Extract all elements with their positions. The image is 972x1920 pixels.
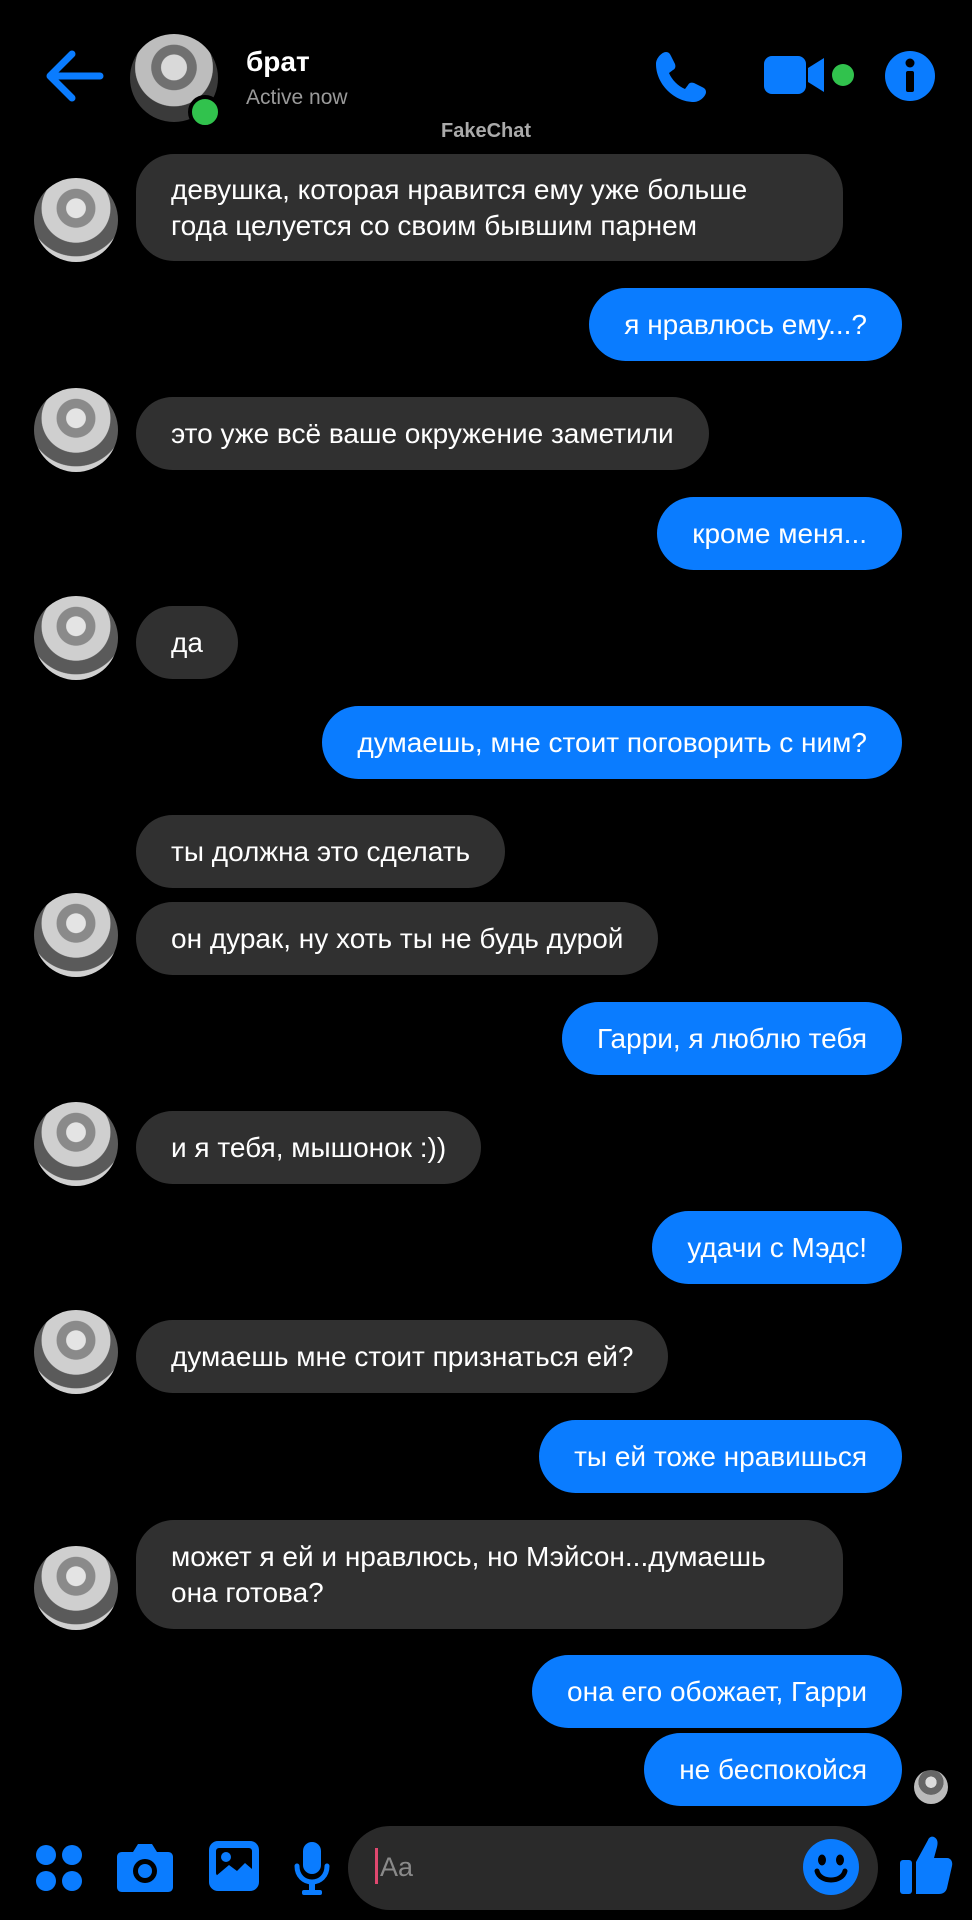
microphone-icon[interactable] (294, 1840, 330, 1896)
incoming-message[interactable]: и я тебя, мышонок :)) (136, 1111, 482, 1184)
contact-name[interactable]: брат (246, 46, 310, 78)
contact-avatar-small[interactable] (34, 1546, 118, 1630)
camera-icon[interactable] (116, 1840, 174, 1894)
outgoing-message[interactable]: она его обожает, Гарри (532, 1655, 902, 1728)
chat-header: брат Active now FakeChat (0, 0, 972, 150)
outgoing-message[interactable]: не беспокойся (644, 1733, 902, 1806)
gallery-icon[interactable] (207, 1839, 261, 1893)
outgoing-message[interactable]: кроме меня... (657, 497, 902, 570)
incoming-message[interactable]: он дурак, ну хоть ты не будь дурой (136, 902, 659, 975)
incoming-message[interactable]: да (136, 606, 238, 679)
message-input[interactable] (378, 1846, 782, 1888)
outgoing-message[interactable]: удачи с Мэдс! (652, 1211, 902, 1284)
info-icon[interactable] (884, 50, 936, 102)
outgoing-message[interactable]: думаешь, мне стоит поговорить с ним? (322, 706, 902, 779)
emoji-icon[interactable] (802, 1838, 860, 1896)
contact-avatar-small[interactable] (34, 1102, 118, 1186)
outgoing-message[interactable]: Гарри, я люблю тебя (561, 1002, 902, 1075)
incoming-message[interactable]: девушка, которая нравится ему уже больше… (136, 154, 843, 261)
incoming-message[interactable]: может я ей и нравлюсь, но Мэйсон...думае… (136, 1520, 843, 1629)
incoming-message[interactable]: это уже всё ваше окружение заметили (136, 397, 709, 470)
back-arrow-icon[interactable] (42, 48, 106, 104)
contact-avatar-small[interactable] (34, 388, 118, 472)
outgoing-message[interactable]: я нравлюсь ему...? (589, 288, 902, 361)
outgoing-message[interactable]: ты ей тоже нравишься (539, 1420, 902, 1493)
contact-avatar-small[interactable] (34, 596, 118, 680)
thumbs-up-icon[interactable] (898, 1834, 954, 1896)
video-active-indicator (832, 64, 854, 86)
video-camera-icon[interactable] (762, 52, 826, 98)
incoming-message[interactable]: ты должна это сделать (136, 815, 506, 888)
incoming-message[interactable]: думаешь мне стоит признаться ей? (136, 1320, 669, 1393)
phone-icon[interactable] (652, 48, 710, 106)
apps-menu-icon[interactable] (34, 1843, 84, 1893)
contact-avatar-small[interactable] (34, 893, 118, 977)
contact-status: Active now (246, 86, 348, 109)
contact-avatar-small[interactable] (34, 178, 118, 262)
read-receipt-avatar (914, 1770, 948, 1804)
watermark: FakeChat (440, 120, 532, 142)
contact-avatar-small[interactable] (34, 1310, 118, 1394)
